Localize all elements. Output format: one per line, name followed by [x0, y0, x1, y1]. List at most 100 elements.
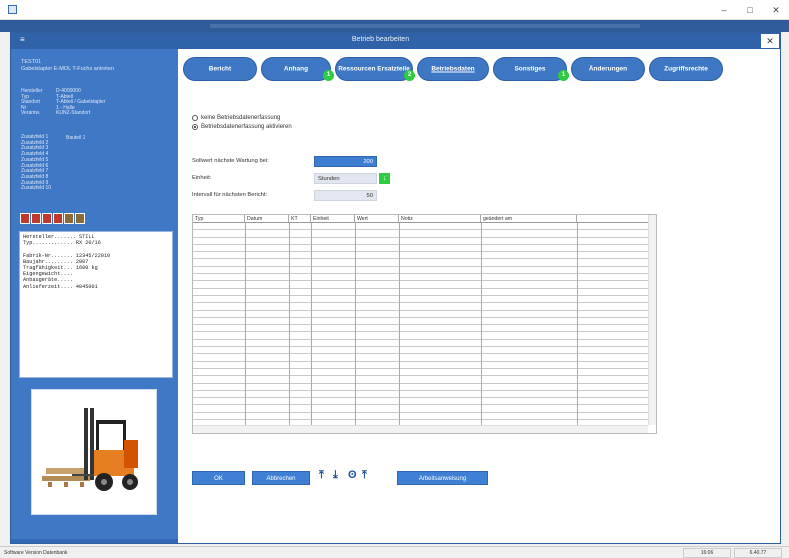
download-icon[interactable]: ⤓ — [333, 469, 338, 482]
unit-select[interactable]: Stunden — [314, 173, 377, 184]
tools-icon[interactable] — [75, 213, 85, 224]
status-bar: Software Version Datenbank 16:06 6.40.77 — [0, 546, 789, 558]
table-row[interactable] — [193, 398, 648, 406]
table-row[interactable] — [193, 362, 648, 369]
asset-info-box: Hersteller....... STILL Typ.............… — [19, 231, 173, 378]
pdf-icon[interactable] — [42, 213, 52, 224]
column-header[interactable]: Datum — [245, 215, 289, 222]
dialog-titlebar: ≡ Betrieb bearbeiten ✕ — [11, 33, 780, 49]
horizontal-scrollbar[interactable] — [193, 425, 648, 433]
tools-icon[interactable] — [64, 213, 74, 224]
forklift-photo — [31, 389, 157, 515]
radio-activate-capture[interactable]: Betriebsdatenerfassung aktivieren — [192, 124, 292, 130]
table-row[interactable] — [193, 340, 648, 348]
column-header[interactable]: Wert — [355, 215, 399, 222]
tab-zugriffsrechte[interactable]: Zugriffsrechte — [649, 57, 723, 81]
upload-icon[interactable]: ⤒ — [319, 469, 324, 482]
vertical-scrollbar[interactable] — [648, 215, 656, 425]
column-header[interactable]: Notiz — [399, 215, 481, 222]
minimize-button[interactable]: – — [711, 0, 737, 20]
table-row[interactable] — [193, 384, 648, 391]
cancel-button[interactable]: Abbrechen — [252, 471, 310, 485]
dialog-title: Betrieb bearbeiten — [351, 36, 410, 43]
tab-bericht[interactable]: Bericht — [183, 57, 257, 81]
table-row[interactable] — [193, 376, 648, 384]
table-row[interactable] — [193, 245, 648, 253]
column-header[interactable]: Typ — [193, 215, 245, 222]
tab-aenderungen[interactable]: Änderungen — [571, 57, 645, 81]
sidebar: TEST01 Gabelstapler E-MOL T-Fuchs antret… — [11, 49, 178, 543]
field-key: Verantw. — [21, 110, 41, 117]
tab-sonstiges-badge: 1 — [558, 70, 569, 81]
table-row[interactable] — [193, 230, 648, 238]
table-row[interactable] — [193, 413, 648, 421]
table-row[interactable] — [193, 318, 648, 326]
column-header[interactable]: Einheit — [311, 215, 355, 222]
column-header[interactable]: geändert am — [481, 215, 577, 222]
target-label: Sollwert nächste Wartung bei: — [192, 158, 269, 164]
target-value-input[interactable]: 200 — [314, 156, 377, 167]
column-header — [577, 215, 656, 222]
custom-fields: Zusatzfeld 1 Zusatzfeld 2 Zusatzfeld 3 Z… — [21, 134, 52, 192]
asset-name: Gabelstapler E-MOL T-Fuchs antreten — [21, 66, 114, 72]
table-row[interactable] — [193, 223, 648, 231]
table-row[interactable] — [193, 296, 648, 304]
table-row[interactable] — [193, 332, 648, 340]
radio-icon[interactable] — [192, 124, 198, 130]
app-icon — [8, 5, 17, 14]
export-icon[interactable]: ⤒ — [362, 469, 367, 482]
field-value: KUNZ-Standort — [56, 110, 91, 117]
table-row[interactable] — [193, 274, 648, 282]
maximize-button[interactable]: □ — [737, 0, 763, 20]
tab-sonstiges[interactable]: Sonstiges — [493, 57, 567, 81]
table-row[interactable] — [193, 347, 648, 355]
attachment-icon[interactable]: ʘ — [348, 469, 357, 481]
status-version: 6.40.77 — [734, 548, 782, 558]
asset-header: TEST01 Gabelstapler E-MOL T-Fuchs antret… — [21, 59, 171, 73]
pdf-icon[interactable] — [31, 213, 41, 224]
tab-anhang[interactable]: Anhang — [261, 57, 331, 81]
status-time: 16:06 — [683, 548, 731, 558]
table-row[interactable] — [193, 267, 648, 275]
table-row[interactable] — [193, 281, 648, 289]
radio-no-capture-label: keine Betriebsdatenerfassung — [201, 115, 281, 121]
table-row[interactable] — [193, 369, 648, 377]
edit-dialog: ≡ Betrieb bearbeiten ✕ TEST01 Gabelstapl… — [10, 32, 781, 544]
custom-field: Zusatzfeld 10 — [21, 185, 52, 192]
interval-input[interactable]: 50 — [314, 190, 377, 201]
radio-activate-capture-label: Betriebsdatenerfassung aktivieren — [201, 124, 292, 130]
pdf-icon[interactable] — [20, 213, 30, 224]
table-body — [193, 223, 648, 425]
ok-button[interactable]: OK — [192, 471, 245, 485]
dialog-close-button[interactable]: ✕ — [760, 33, 780, 49]
interval-label: Intervall für nächsten Bericht: — [192, 192, 268, 198]
tab-anhang-badge: 1 — [323, 70, 334, 81]
window-titlebar: – □ ✕ — [0, 0, 789, 20]
radio-icon[interactable] — [192, 115, 198, 121]
pdf-icon[interactable] — [53, 213, 63, 224]
table-row[interactable] — [193, 303, 648, 311]
unit-dropdown-button[interactable]: ↓ — [379, 173, 390, 184]
tab-ressourcen-badge: 2 — [404, 70, 415, 81]
field-row: Verantw. KUNZ-Standort — [21, 111, 171, 117]
operating-data-table: Typ Datum KT Einheit Wert Notiz geändert… — [192, 214, 657, 434]
table-row[interactable] — [193, 325, 648, 333]
table-row[interactable] — [193, 311, 648, 318]
forklift-image — [42, 408, 138, 491]
tab-ressourcen[interactable]: Ressourcen Ersatzteile — [335, 57, 413, 81]
radio-no-capture[interactable]: keine Betriebsdatenerfassung — [192, 115, 280, 121]
unit-label: Einheit: — [192, 175, 212, 181]
table-row[interactable] — [193, 354, 648, 362]
work-instruction-button[interactable]: Arbeitsanweisung — [397, 471, 488, 485]
asset-id: TEST01 — [21, 59, 42, 65]
column-header[interactable]: KT — [289, 215, 311, 222]
table-row[interactable] — [193, 238, 648, 245]
table-row[interactable] — [193, 405, 648, 413]
table-row[interactable] — [193, 259, 648, 267]
table-row[interactable] — [193, 289, 648, 296]
table-row[interactable] — [193, 252, 648, 260]
table-row[interactable] — [193, 391, 648, 399]
tab-betriebsdaten[interactable]: Betriebsdaten — [417, 57, 489, 81]
window-close-button[interactable]: ✕ — [763, 0, 789, 20]
custom-field-value: Bauteil 1 — [66, 135, 86, 141]
